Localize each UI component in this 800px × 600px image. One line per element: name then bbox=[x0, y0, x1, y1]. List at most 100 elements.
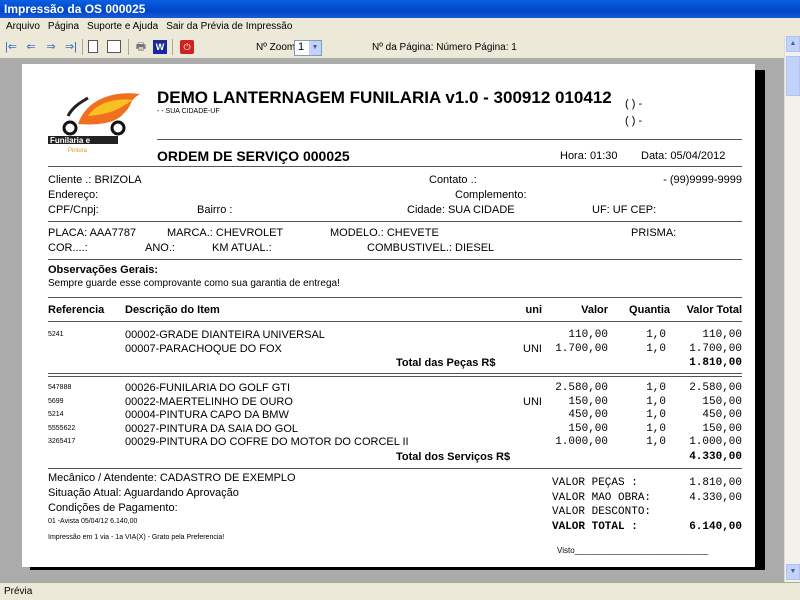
client-complement: Complemento: bbox=[455, 189, 527, 201]
word-export-icon[interactable]: W bbox=[153, 40, 167, 54]
svg-text:Pintura: Pintura bbox=[68, 148, 88, 154]
col-descricao: Descrição do Item bbox=[125, 304, 220, 316]
row-ref: 547888 bbox=[48, 384, 72, 391]
scroll-up-icon[interactable]: ▲ bbox=[786, 36, 800, 52]
two-pages-icon[interactable] bbox=[107, 40, 121, 53]
row-ref: 3265417 bbox=[48, 438, 76, 445]
row-ref: 5241 bbox=[48, 331, 64, 338]
row-description: 00027-PINTURA DA SAIA DO GOL bbox=[125, 422, 299, 435]
vehicle-year: ANO.: bbox=[145, 242, 175, 254]
menu-arquivo[interactable]: Arquivo bbox=[6, 21, 40, 32]
menu-pagina[interactable]: Página bbox=[48, 21, 79, 32]
col-referencia: Referencia bbox=[48, 304, 105, 316]
vertical-scrollbar[interactable]: ▲ ▼ bbox=[784, 36, 800, 582]
next-page-icon[interactable]: ⇒ bbox=[44, 40, 58, 54]
row-value: 1.700,00 bbox=[555, 343, 608, 355]
row-description: 00007-PARACHOQUE DO FOX bbox=[125, 343, 282, 355]
status-situation: Situação Atual: Aguardando Aprovação bbox=[48, 487, 239, 499]
row-total: 150,00 bbox=[702, 395, 742, 408]
vehicle-prisma: PRISMA: bbox=[631, 227, 677, 239]
client-cpf: CPF/Cnpj: bbox=[48, 204, 99, 216]
row-description: 00022-MAERTELINHO DE OURO bbox=[125, 395, 293, 408]
client-uf-cep: UF: UF CEP: bbox=[592, 204, 657, 216]
payment-conditions: Condições de Pagamento: bbox=[48, 502, 178, 514]
window-title: Impressão da OS 000025 bbox=[0, 0, 800, 18]
total-value: 1.810,00 bbox=[689, 477, 742, 489]
svg-text:Funilaria e: Funilaria e bbox=[50, 136, 91, 145]
col-quantia: Quantia bbox=[629, 304, 670, 316]
total-value: 4.330,00 bbox=[689, 491, 742, 504]
row-description: 00004-PINTURA CAPO DA BMW bbox=[125, 409, 289, 421]
mechanic: Mecânico / Atendente: CADASTRO DE EXEMPL… bbox=[48, 472, 296, 484]
vehicle-model: MODELO.: CHEVETE bbox=[330, 227, 439, 239]
menu-suporte[interactable]: Suporte e Ajuda bbox=[87, 21, 158, 32]
row-description: 00002-GRADE DIANTEIRA UNIVERSAL bbox=[125, 329, 325, 341]
row-ref: 5214 bbox=[48, 411, 64, 418]
os-date: Data: 05/04/2012 bbox=[641, 150, 726, 162]
parts-total-label: Total das Peças R$ bbox=[396, 357, 496, 369]
vehicle-km: KM ATUAL.: bbox=[212, 242, 272, 254]
company-phone-2: ( ) - bbox=[625, 115, 643, 127]
company-name: DEMO LANTERNAGEM FUNILARIA v1.0 - 300912… bbox=[157, 88, 612, 107]
scroll-down-icon[interactable]: ▼ bbox=[786, 564, 800, 580]
client-bairro: Bairro : bbox=[197, 204, 233, 216]
company-city: - - SUA CIDADE-UF bbox=[157, 108, 220, 115]
total-value: 6.140,00 bbox=[689, 520, 742, 533]
obs-title: Observações Gerais: bbox=[48, 264, 159, 276]
total-label: VALOR MAO OBRA: bbox=[552, 491, 652, 504]
total-label: VALOR TOTAL : bbox=[552, 520, 638, 533]
col-uni: uni bbox=[525, 304, 543, 316]
single-page-icon[interactable] bbox=[88, 40, 98, 53]
scroll-thumb[interactable] bbox=[786, 56, 800, 96]
chevron-down-icon: ▼ bbox=[309, 41, 321, 55]
menu-bar: Arquivo Página Suporte e Ajuda Sair da Prév… bbox=[0, 18, 800, 36]
vehicle-color: COR....: bbox=[48, 242, 88, 254]
row-ref: 5699 bbox=[48, 397, 64, 405]
close-preview-icon[interactable]: ⏻ bbox=[180, 40, 194, 54]
zoom-select[interactable]: 1 ▼ bbox=[294, 40, 322, 56]
status-bar: Prévia bbox=[0, 582, 800, 600]
parts-total: 1.810,00 bbox=[689, 357, 742, 369]
printer-icon[interactable]: 🖶 bbox=[134, 40, 148, 54]
client-address: Endereço: bbox=[48, 189, 99, 201]
services-total: 4.330,00 bbox=[689, 451, 742, 463]
os-title: ORDEM DE SERVIÇO 000025 bbox=[157, 148, 350, 164]
row-total: 110,00 bbox=[702, 329, 742, 341]
col-valor: Valor bbox=[581, 304, 608, 316]
row-unit: UNI bbox=[523, 395, 542, 408]
last-page-icon[interactable]: ⇒| bbox=[64, 40, 78, 54]
menu-sair[interactable]: Sair da Prévia de Impressão bbox=[166, 21, 292, 32]
total-label: VALOR DESCONTO: bbox=[552, 506, 652, 518]
report-page: Funilaria e Pintura DEMO LANTERNAGEM FUNI… bbox=[22, 64, 755, 567]
row-total: 450,00 bbox=[702, 409, 742, 421]
page-number-info: Nº da Página: Número Página: 1 bbox=[372, 42, 517, 53]
row-value: 1.000,00 bbox=[555, 436, 608, 448]
vehicle-brand: MARCA.: CHEVROLET bbox=[167, 227, 284, 239]
row-total: 150,00 bbox=[702, 422, 742, 435]
row-total: 1.700,00 bbox=[689, 343, 742, 355]
first-page-icon[interactable]: |⇐ bbox=[4, 40, 18, 54]
payment-line: 01 -Avista 05/04/12 6.140,00 bbox=[48, 518, 138, 525]
row-value: 450,00 bbox=[568, 409, 608, 421]
row-value: 150,00 bbox=[568, 395, 608, 408]
row-value: 110,00 bbox=[568, 329, 608, 341]
os-time: Hora: 01:30 bbox=[560, 150, 618, 162]
obs-text: Sempre guarde esse comprovante como sua … bbox=[48, 278, 340, 289]
row-value: 2.580,00 bbox=[555, 382, 608, 394]
vehicle-plate: PLACA: AAA7787 bbox=[48, 227, 137, 239]
services-total-label: Total dos Serviços R$ bbox=[396, 451, 511, 463]
row-unit: UNI bbox=[523, 343, 542, 355]
row-total: 1.000,00 bbox=[689, 436, 742, 448]
total-label: VALOR PEÇAS : bbox=[552, 477, 638, 489]
client-name: Cliente .: BRIZOLA bbox=[48, 174, 142, 186]
row-description: 00029-PINTURA DO COFRE DO MOTOR DO CORCE… bbox=[125, 436, 409, 448]
client-phone: - (99)9999-9999 bbox=[663, 174, 742, 186]
vehicle-fuel: COMBUSTIVEL.: DIESEL bbox=[367, 242, 495, 254]
zoom-label: Nº Zoom bbox=[256, 42, 296, 53]
prev-page-icon[interactable]: ⇐ bbox=[24, 40, 38, 54]
company-phone-1: ( ) - bbox=[625, 98, 643, 110]
print-note: Impressão em 1 via - 1a VIA(X) - Grato p… bbox=[48, 534, 225, 541]
zoom-value: 1 bbox=[298, 41, 305, 53]
row-total: 2.580,00 bbox=[689, 382, 742, 394]
company-logo: Funilaria e Pintura bbox=[48, 86, 148, 154]
